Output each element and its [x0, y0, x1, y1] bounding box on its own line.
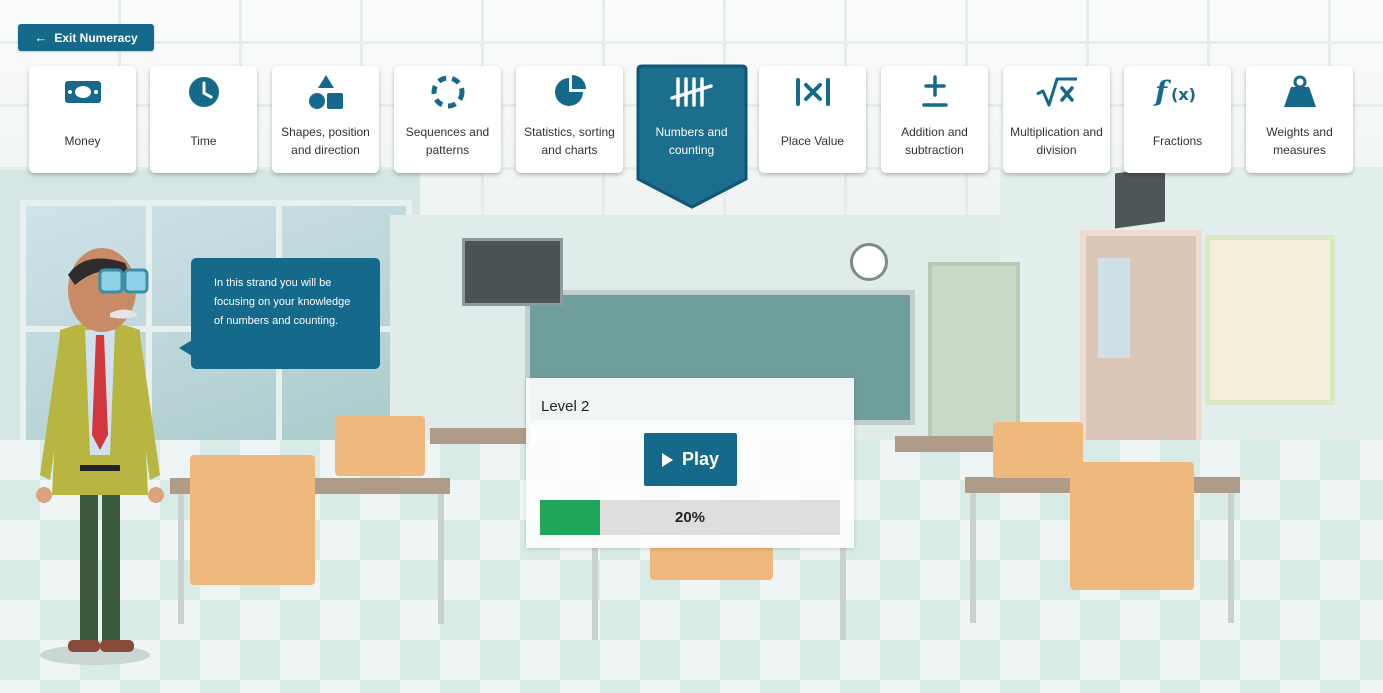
wall-tv [462, 238, 563, 306]
strand-card-numbers[interactable]: Numbers and counting [638, 66, 745, 173]
level-panel: Level 2 Play 20% [526, 378, 854, 548]
desk [895, 436, 1005, 452]
strand-card-multiplication[interactable]: Multiplication and division [1003, 66, 1110, 173]
square-root-x-icon [1003, 74, 1110, 110]
strand-card-shapes[interactable]: Shapes, position and direction [272, 66, 379, 173]
strand-card-time[interactable]: Time [150, 66, 257, 173]
speech-bubble-text: In this strand you will be focusing on y… [214, 277, 351, 327]
strand-label: Money [64, 134, 101, 148]
strand-label: Sequences and patterns [405, 125, 490, 157]
weight-icon [1246, 74, 1353, 110]
strand-label: Numbers and counting [655, 125, 728, 157]
chair [1070, 462, 1194, 590]
desk-leg [1228, 493, 1234, 623]
strand-label: Statistics, sorting and charts [524, 125, 615, 157]
exit-numeracy-label: Exit Numeracy [54, 30, 138, 45]
strand-card-statistics[interactable]: Statistics, sorting and charts [516, 66, 623, 173]
strand-card-place-value[interactable]: Place Value [759, 66, 866, 173]
clock-icon [150, 74, 257, 110]
corkboard [1205, 235, 1335, 405]
strand-label: Fractions [1152, 134, 1203, 148]
strand-label: Multiplication and division [1010, 125, 1103, 157]
speech-bubble: In this strand you will be focusing on y… [191, 258, 380, 369]
strand-card-money[interactable]: Money [29, 66, 136, 173]
desk-leg [840, 545, 846, 640]
strand-label: Addition and subtraction [901, 125, 968, 157]
strand-card-fractions[interactable]: f (x) Fractions [1124, 66, 1231, 173]
desk-leg [178, 494, 184, 624]
strand-card-weights[interactable]: Weights and measures [1246, 66, 1353, 173]
strand-label: Time [190, 134, 217, 148]
arrow-left-icon: ← [34, 30, 48, 45]
function-icon: f (x) [1124, 74, 1231, 110]
exit-numeracy-button[interactable]: ← Exit Numeracy [18, 24, 154, 51]
wall-clock [850, 243, 888, 281]
teacher-character [36, 248, 164, 665]
desk-leg [438, 494, 444, 624]
strand-card-sequences[interactable]: Sequences and patterns [394, 66, 501, 173]
svg-text:(x): (x) [1171, 85, 1196, 104]
strand-card-addition[interactable]: Addition and subtraction [881, 66, 988, 173]
place-value-icon [759, 74, 866, 110]
progress-label: 20% [674, 509, 706, 526]
svg-text:f: f [1153, 75, 1172, 108]
chair [335, 416, 425, 476]
door-window [1098, 258, 1130, 358]
strand-selector: Money Time Shapes, position and directio… [29, 64, 1359, 216]
desk-leg [592, 545, 598, 640]
chair [190, 455, 315, 585]
shapes-icon [272, 74, 379, 110]
play-button[interactable]: Play [644, 433, 737, 486]
desk-leg [970, 493, 976, 623]
play-label: Play [681, 449, 720, 469]
level-title: Level 2 [541, 398, 590, 415]
desk [430, 428, 530, 444]
progress-bar: 20% [540, 500, 840, 535]
play-icon [661, 452, 673, 467]
tally-marks-icon [638, 74, 745, 110]
chair [650, 545, 773, 580]
plus-minus-icon [881, 74, 988, 110]
strand-label: Weights and measures [1266, 125, 1333, 157]
pie-chart-icon [516, 74, 623, 110]
strand-label: Place Value [780, 134, 845, 148]
dashed-circle-icon [394, 74, 501, 110]
strand-label: Shapes, position and direction [281, 125, 370, 157]
money-icon [29, 74, 136, 110]
